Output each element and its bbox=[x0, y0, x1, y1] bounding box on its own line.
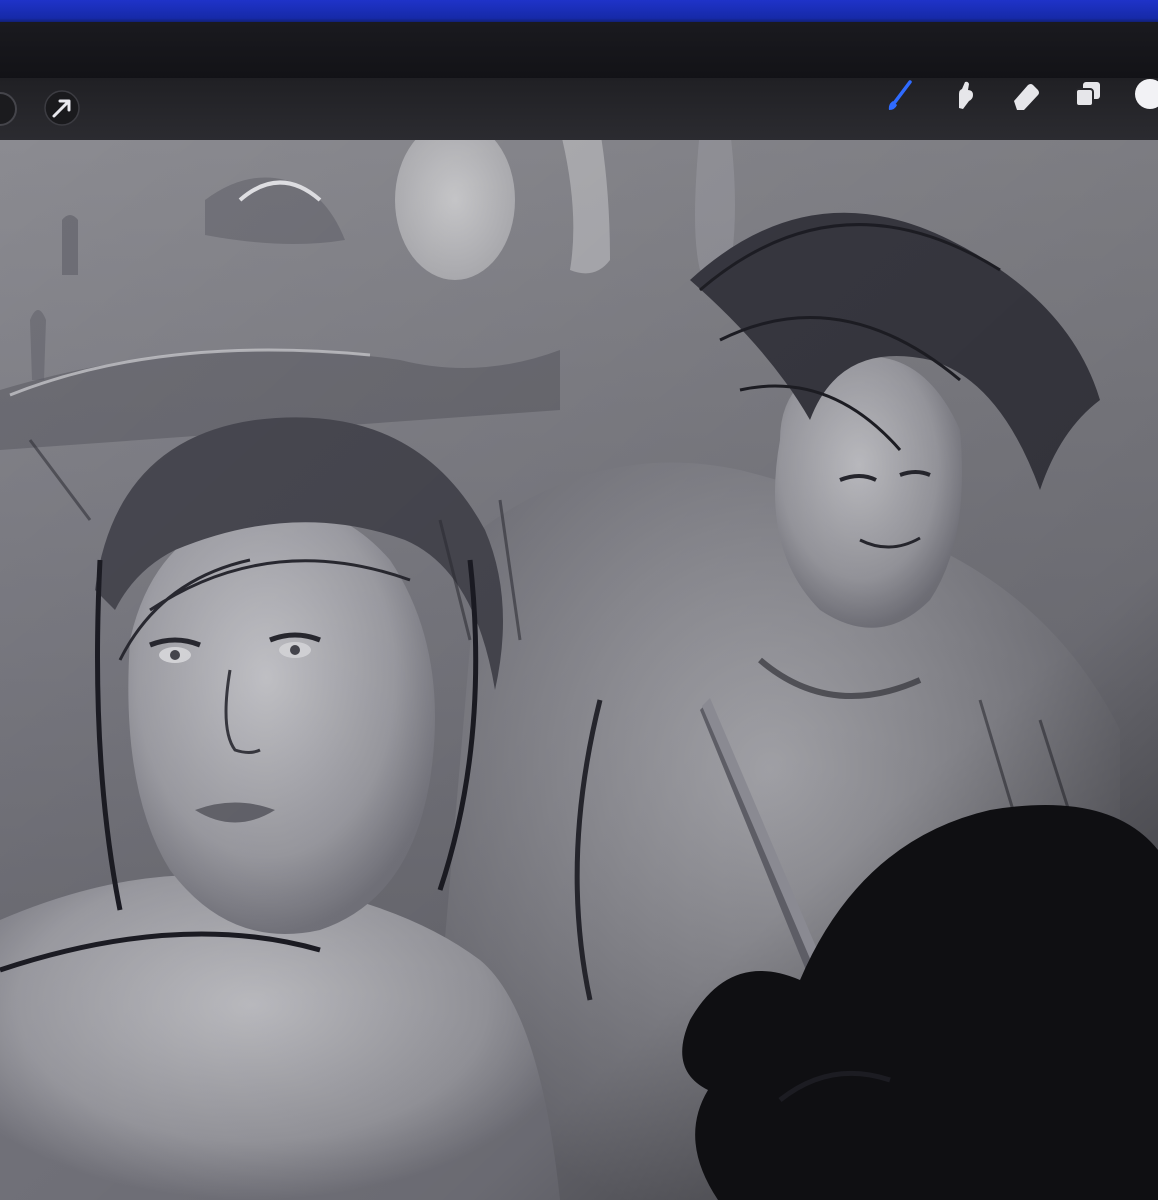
layers-icon[interactable] bbox=[1068, 75, 1108, 115]
tablet-bezel bbox=[0, 22, 1158, 82]
brush-icon[interactable] bbox=[880, 76, 920, 116]
smudge-icon[interactable] bbox=[943, 76, 983, 116]
drawing-canvas[interactable] bbox=[0, 140, 1158, 1200]
hand-with-stylus bbox=[682, 698, 1158, 1200]
gallery-partial-icon[interactable] bbox=[0, 89, 20, 129]
color-swatch-icon[interactable] bbox=[1130, 74, 1158, 114]
eraser-icon[interactable] bbox=[1005, 76, 1045, 116]
photo-of-tablet-screen bbox=[0, 0, 1158, 1200]
app-toolbar bbox=[0, 78, 1158, 141]
transform-arrow-icon[interactable] bbox=[42, 88, 82, 128]
